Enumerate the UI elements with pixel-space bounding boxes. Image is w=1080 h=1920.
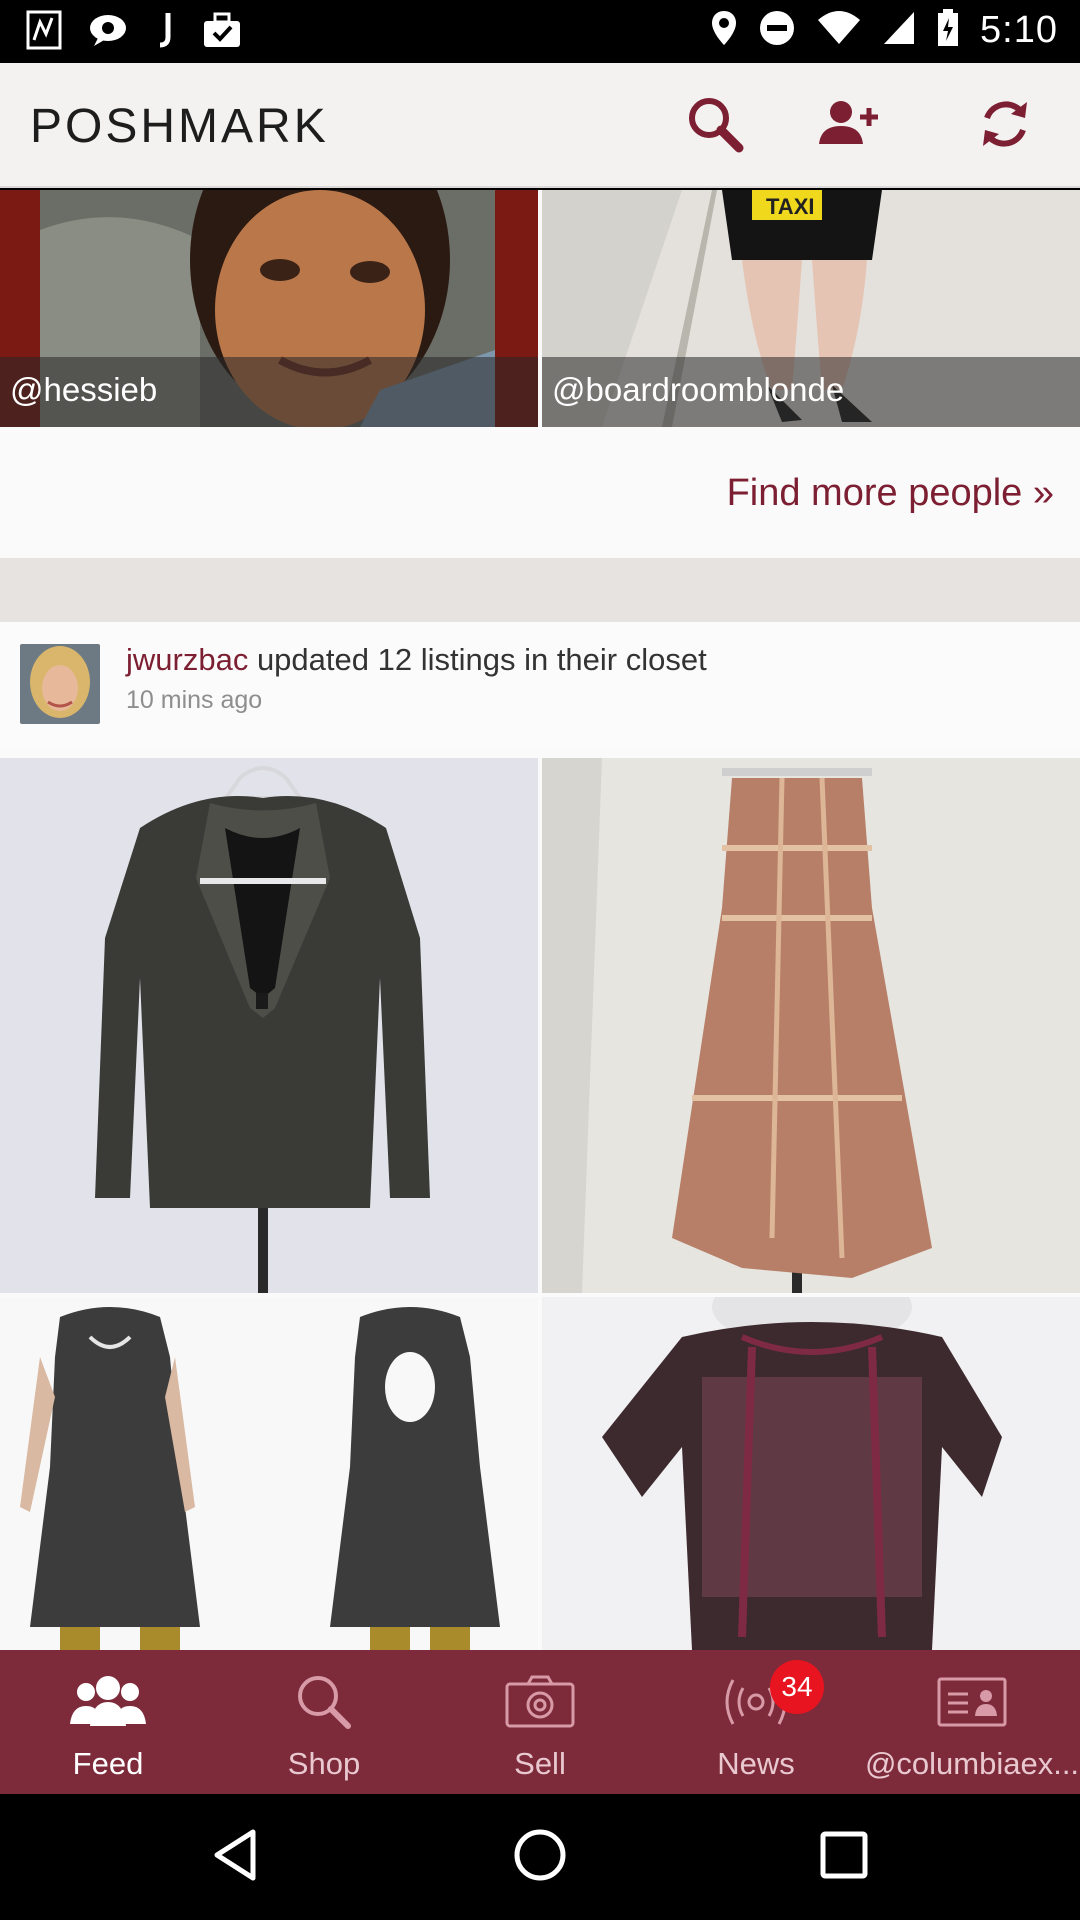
nav-profile[interactable]: @columbiaex... — [864, 1650, 1080, 1794]
back-icon — [211, 1828, 261, 1887]
clock: 5:10 — [980, 9, 1058, 51]
battery-charging-icon — [936, 8, 960, 53]
recents-button[interactable] — [811, 1824, 877, 1890]
chat-bubble-icon — [88, 12, 128, 53]
refresh-button[interactable] — [970, 91, 1040, 161]
nav-shop[interactable]: Shop — [216, 1650, 432, 1794]
nav-shop-label: Shop — [287, 1746, 361, 1781]
search-icon — [294, 1670, 354, 1734]
system-nav-bar — [0, 1794, 1080, 1920]
listing-image-cardigan — [0, 758, 538, 1293]
listing-tile[interactable] — [542, 758, 1080, 1293]
people-icon — [66, 1670, 150, 1734]
bottom-nav: Feed Shop Sell 34 News @columbiaex... — [0, 1650, 1080, 1794]
listing-tile[interactable] — [0, 758, 538, 1293]
profile-card-icon — [936, 1670, 1008, 1734]
recents-icon — [819, 1830, 869, 1885]
wifi-icon — [816, 10, 862, 51]
location-icon — [710, 9, 738, 52]
svg-text:TAXI: TAXI — [766, 194, 814, 219]
feed-user-link[interactable]: jwurzbac — [126, 642, 248, 677]
listing-image-dress — [542, 758, 1080, 1293]
nav-sell[interactable]: Sell — [432, 1650, 648, 1794]
nav-profile-label: @columbiaex... — [864, 1746, 1080, 1781]
person-tile-boardroomblonde[interactable]: TAXI @boardroomblonde — [542, 190, 1080, 427]
refresh-icon — [975, 94, 1035, 159]
person-handle: @boardroomblonde — [542, 357, 1080, 427]
search-button[interactable] — [680, 91, 750, 161]
nav-feed[interactable]: Feed — [0, 1650, 216, 1794]
news-badge: 34 — [770, 1660, 824, 1714]
photo-app-icon — [26, 10, 62, 55]
home-button[interactable] — [507, 1824, 573, 1890]
back-button[interactable] — [203, 1824, 269, 1890]
listing-image-lace-top — [542, 1297, 1080, 1650]
home-icon — [512, 1827, 568, 1888]
listing-image-patterned-dress — [0, 1297, 538, 1650]
feed-item-time: 10 mins ago — [126, 686, 263, 714]
nav-sell-label: Sell — [514, 1746, 566, 1781]
suggested-people-row: @hessieb TAXI @boardroomblonde — [0, 190, 1080, 427]
camera-icon — [504, 1670, 576, 1734]
feed-item-title: jwurzbac updated 12 listings in their cl… — [126, 642, 707, 678]
feed-content[interactable]: @hessieb TAXI @boardroomblonde Find more… — [0, 190, 1080, 1650]
listing-tile[interactable] — [542, 1297, 1080, 1650]
nav-feed-label: Feed — [72, 1746, 144, 1781]
person-handle: @hessieb — [0, 357, 538, 427]
nav-news-label: News — [717, 1746, 795, 1781]
app-header: POSHMARK — [0, 63, 1080, 188]
nav-news[interactable]: 34 News — [648, 1650, 864, 1794]
cell-signal-icon — [882, 10, 916, 51]
add-user-button[interactable] — [815, 91, 885, 161]
feed-action-text: updated 12 listings in their closet — [248, 642, 707, 677]
app-logo: POSHMARK — [30, 100, 329, 153]
avatar[interactable] — [20, 644, 100, 724]
person-tile-hessieb[interactable]: @hessieb — [0, 190, 538, 427]
j-app-icon — [154, 11, 176, 54]
status-bar: 5:10 — [0, 0, 1080, 63]
section-divider — [0, 558, 1080, 622]
do-not-disturb-icon — [758, 9, 796, 52]
find-more-people-link[interactable]: Find more people » — [727, 472, 1054, 515]
briefcase-check-icon — [202, 11, 242, 54]
add-user-icon — [817, 98, 883, 155]
search-icon — [685, 94, 745, 159]
listing-tile[interactable] — [0, 1297, 538, 1650]
feed-item-header: jwurzbac updated 12 listings in their cl… — [0, 622, 1080, 746]
